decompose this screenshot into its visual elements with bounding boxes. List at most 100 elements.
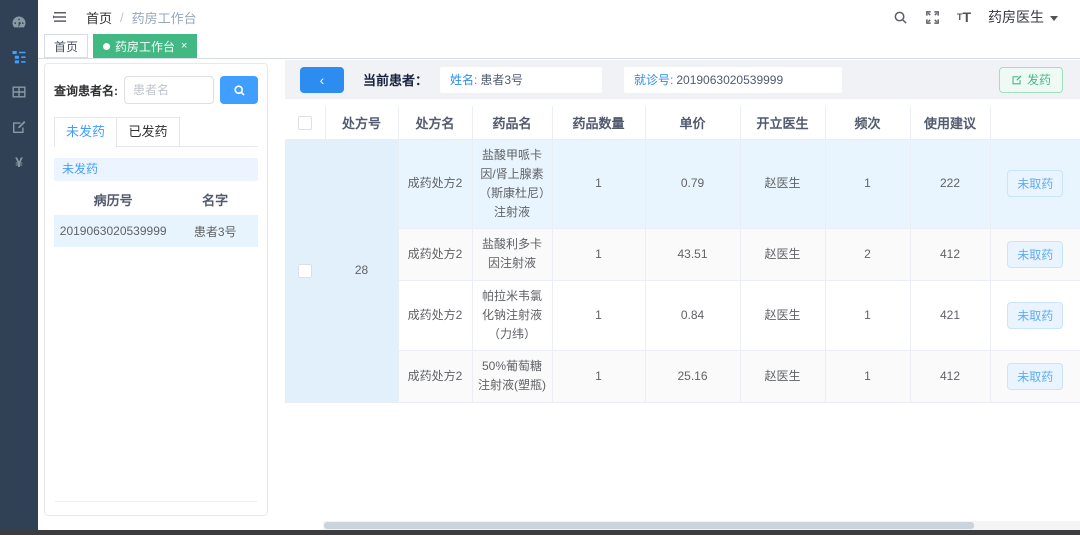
usage-advice: 412: [909, 350, 991, 403]
patient-list-card: 查询患者名: 未发药 已发药 未发药 病历号 名字: [44, 63, 268, 516]
doctor-name: 赵医生: [739, 279, 826, 352]
drug-qty: 1: [551, 279, 646, 352]
tab-undispensed[interactable]: 未发药: [54, 117, 117, 147]
drug-qty: 1: [551, 138, 646, 230]
prescription-row: 成药处方2 50%葡萄糖注射液(塑瓶) 1 25.16 赵医生 1 412 未取药: [285, 350, 1080, 403]
tag-home[interactable]: 首页: [44, 34, 89, 58]
breadcrumb-current: 药房工作台: [131, 10, 197, 26]
doctor-name: 赵医生: [739, 350, 826, 403]
row-checkbox[interactable]: [297, 263, 312, 278]
current-patient-bar: ‹ 当前患者： 姓名: 患者3号 就诊号: 2019063020539999 发药: [285, 60, 1080, 99]
col-prescription-name: 处方名: [397, 106, 473, 140]
frequency: 1: [824, 279, 911, 352]
patient-col-record-no: 病历号: [93, 193, 133, 208]
currency-yen-icon[interactable]: ¥: [0, 144, 38, 179]
window-bottom-edge: [0, 530, 1080, 535]
prescription-type: 成药处方2: [397, 138, 473, 230]
frequency: 2: [824, 228, 911, 281]
breadcrumb-home[interactable]: 首页: [86, 8, 112, 27]
search-icon: [233, 84, 245, 96]
patient-search-label: 查询患者名:: [54, 83, 118, 98]
tag-pharmacy-workstation[interactable]: 药房工作台 ×: [93, 34, 198, 58]
row-checkbox-cell: [285, 138, 326, 403]
patient-table: 病历号 名字 2019063020539999 患者3号: [54, 184, 258, 247]
user-dropdown[interactable]: 药房医生: [988, 7, 1058, 27]
col-doctor: 开立医生: [739, 106, 826, 140]
patient-search-button[interactable]: [220, 76, 258, 104]
usage-advice: 222: [909, 138, 991, 230]
prescription-type: 成药处方2: [398, 350, 473, 403]
action-cell: 未取药: [989, 228, 1080, 281]
dispense-button[interactable]: 发药: [998, 66, 1063, 93]
prescription-number-cell: 28: [324, 138, 399, 403]
col-usage-advice: 使用建议: [909, 106, 991, 140]
prescription-row: 成药处方2 帕拉米韦氯化钠注射液（力纬） 1 0.84 赵医生 1 421 未取药: [285, 279, 1080, 352]
drug-name: 帕拉米韦氯化钠注射液（力纬）: [471, 279, 553, 352]
patient-row[interactable]: 2019063020539999 患者3号: [54, 215, 258, 247]
undispensed-button[interactable]: 未取药: [1007, 301, 1064, 329]
card-divider: [55, 501, 257, 502]
doctor-name: 赵医生: [739, 228, 826, 281]
tab-dispensed[interactable]: 已发药: [117, 117, 180, 146]
usage-advice: 421: [909, 279, 991, 352]
drug-qty: 1: [551, 350, 646, 403]
col-drug-qty: 药品数量: [551, 106, 646, 140]
usage-advice: 412: [909, 228, 991, 281]
patient-search-row: 查询患者名:: [54, 76, 258, 104]
col-frequency: 频次: [824, 106, 911, 140]
undispensed-section-header: 未发药: [54, 158, 258, 181]
patient-table-body: 2019063020539999 患者3号: [54, 215, 258, 247]
prescription-header-row: 处方号 处方名 药品名 药品数量 单价 开立医生 频次 使用建议: [285, 106, 1080, 140]
table-icon[interactable]: [0, 74, 38, 109]
unit-price: 0.84: [644, 279, 741, 352]
prescription-type: 成药处方2: [398, 228, 473, 281]
undispensed-button[interactable]: 未取药: [1007, 170, 1064, 198]
user-name: 药房医生: [988, 9, 1044, 25]
tag-close-icon[interactable]: ×: [181, 40, 187, 52]
col-unit-price: 单价: [644, 106, 741, 140]
col-prescription-no: 处方号: [324, 106, 399, 140]
undispensed-button[interactable]: 未取药: [1007, 362, 1064, 390]
undispensed-button[interactable]: 未取药: [1007, 240, 1064, 268]
patient-col-name: 名字: [202, 193, 229, 208]
tags-view-bar: 首页 药房工作台 ×: [38, 34, 1080, 59]
font-size-icon[interactable]: TT: [957, 9, 971, 25]
hamburger-icon[interactable]: [52, 8, 70, 26]
back-button[interactable]: ‹: [300, 66, 344, 93]
action-cell: 未取药: [989, 350, 1080, 403]
drug-qty: 1: [551, 228, 646, 281]
prescription-table: 处方号 处方名 药品名 药品数量 单价 开立医生 频次 使用建议 28 成药处方2…: [285, 106, 1080, 403]
tree-menu-icon[interactable]: [0, 39, 38, 74]
edit-icon[interactable]: [0, 109, 38, 144]
action-cell: 未取药: [989, 138, 1080, 230]
prescription-type: 成药处方2: [398, 279, 473, 352]
frequency: 1: [824, 350, 911, 403]
active-tag-dot: [103, 42, 111, 50]
drug-name: 50%葡萄糖注射液(塑瓶): [471, 350, 553, 403]
top-navbar: 首页 / 药房工作台 TT 药房医生: [38, 0, 1080, 34]
select-all-checkbox[interactable]: [297, 116, 312, 131]
content-area: 查询患者名: 未发药 已发药 未发药 病历号 名字: [38, 60, 1080, 530]
caret-down-icon: [1050, 15, 1058, 21]
dispense-form-icon: [1012, 74, 1022, 84]
action-cell: 未取药: [989, 279, 1080, 352]
unit-price: 43.51: [644, 228, 741, 281]
col-action: [989, 106, 1080, 140]
unit-price: 25.16: [644, 350, 741, 403]
pharmacy-workstation-screen: ¥ 首页 / 药房工作台 TT 药房医生 首页 药房工作台 × 查询患者名: 患…: [0, 0, 1080, 535]
horizontal-scrollbar-track[interactable]: [323, 521, 1080, 530]
dashboard-icon[interactable]: [0, 4, 38, 39]
patient-search-input[interactable]: [124, 76, 214, 104]
frequency: 1: [824, 138, 911, 230]
fullscreen-icon[interactable]: [925, 10, 940, 25]
drug-name: 盐酸利多卡因注射液: [471, 228, 553, 281]
doctor-name: 赵医生: [739, 138, 826, 230]
col-drug-name: 药品名: [471, 106, 553, 140]
horizontal-scrollbar-thumb[interactable]: [324, 522, 974, 529]
visit-number-box: 就诊号: 2019063020539999: [624, 66, 843, 93]
prescription-table-body: 28 成药处方2 盐酸甲哌卡因/肾上腺素（斯康杜尼）注射液 1 0.79 赵医生 1 222 未…: [285, 138, 1080, 403]
prescription-row: 28 成药处方2 盐酸甲哌卡因/肾上腺素（斯康杜尼）注射液 1 0.79 赵医生 1 222 未…: [285, 138, 1080, 403]
search-icon[interactable]: [893, 10, 908, 25]
unit-price: 0.79: [644, 138, 741, 230]
navbar-tools: TT 药房医生: [893, 7, 1058, 27]
